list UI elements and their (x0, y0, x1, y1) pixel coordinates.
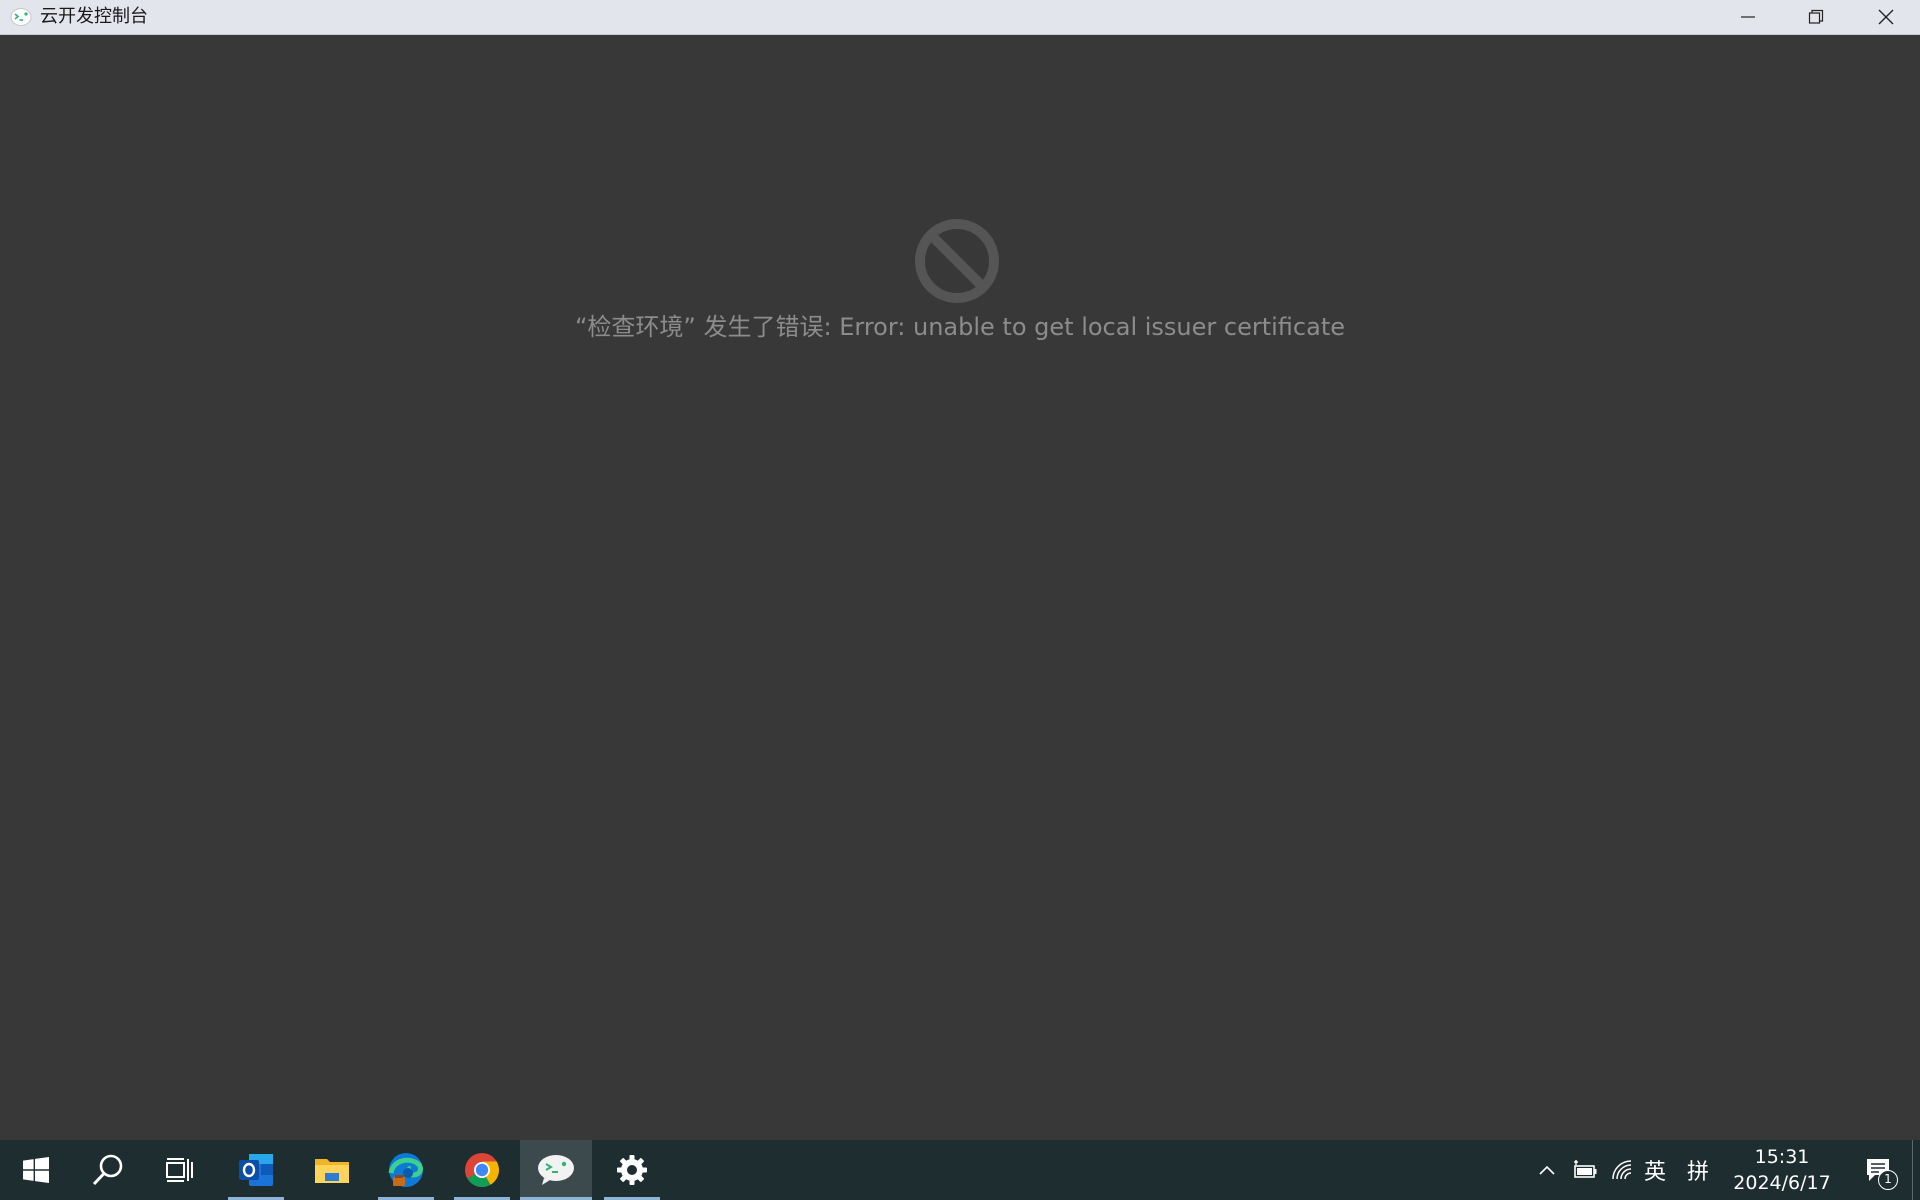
ime-mode-label: 拼 (1686, 1160, 1709, 1185)
battery-charging-icon (1574, 1160, 1597, 1178)
restore-icon (1808, 9, 1824, 24)
clock-time: 15:31 (1754, 1146, 1810, 1168)
main-content: “检查环境” 发生了错误: Error: unable to get local… (0, 35, 1920, 1140)
close-button[interactable] (1852, 0, 1920, 34)
minimize-icon (1741, 16, 1755, 18)
taskbar-cloud-console[interactable] (520, 1140, 592, 1200)
app-logo-icon (10, 8, 32, 26)
taskbar-settings[interactable] (596, 1140, 668, 1200)
ime-language-label: 英 (1643, 1160, 1666, 1185)
ime-language-button[interactable]: 英 (1640, 1140, 1670, 1200)
folder-icon (315, 1159, 349, 1183)
chevron-up-icon (1539, 1165, 1555, 1175)
clock-button[interactable]: 15:31 2024/6/17 (1722, 1144, 1842, 1196)
close-icon (1878, 9, 1894, 25)
cloud-console-icon (538, 1155, 574, 1185)
start-button[interactable] (0, 1140, 72, 1200)
window-title: 云开发控制台 (40, 6, 148, 27)
minimize-button[interactable] (1714, 0, 1782, 34)
battery-button[interactable] (1568, 1140, 1602, 1200)
windows-logo-icon (23, 1157, 49, 1183)
taskbar-file-explorer[interactable] (296, 1140, 368, 1200)
outlook-icon (239, 1154, 273, 1186)
gear-icon (617, 1155, 647, 1185)
taskbar-outlook[interactable] (220, 1140, 292, 1200)
task-view-button[interactable] (144, 1140, 216, 1200)
chrome-icon (465, 1153, 499, 1187)
action-center-button[interactable]: 1 (1852, 1140, 1906, 1200)
wifi-icon (1612, 1160, 1632, 1180)
search-icon (92, 1154, 123, 1186)
show-hidden-icons-button[interactable] (1532, 1140, 1562, 1200)
ime-mode-button[interactable]: 拼 (1682, 1140, 1714, 1200)
title-bar[interactable]: 云开发控制台 (0, 0, 1920, 35)
show-desktop-button[interactable] (1912, 1140, 1920, 1200)
clock-date: 2024/6/17 (1733, 1172, 1831, 1194)
prohibited-icon (915, 219, 999, 303)
taskbar-edge[interactable] (370, 1140, 442, 1200)
taskbar-chrome[interactable] (446, 1140, 518, 1200)
edge-icon (388, 1153, 423, 1187)
search-button[interactable] (72, 1140, 144, 1200)
maximize-button[interactable] (1782, 0, 1850, 34)
notification-count-badge: 1 (1878, 1170, 1898, 1190)
network-button[interactable] (1606, 1140, 1640, 1200)
task-view-icon (166, 1158, 193, 1182)
error-message: “检查环境” 发生了错误: Error: unable to get local… (575, 313, 1345, 341)
taskbar: 英 拼 15:31 2024/6/17 1 (0, 1140, 1920, 1200)
